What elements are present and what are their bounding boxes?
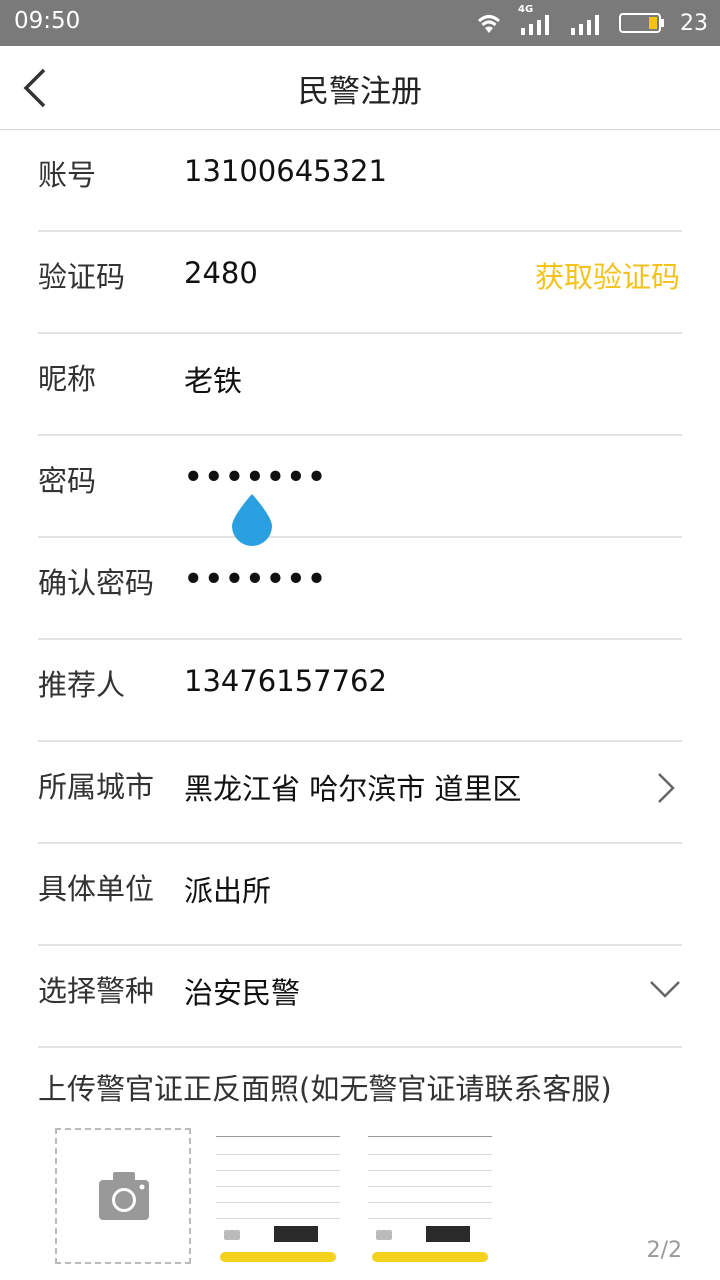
battery-icon (618, 11, 666, 35)
wifi-icon (474, 11, 504, 35)
upload-title: 上传警官证正反面照(如无警官证请联系客服) (38, 1072, 612, 1106)
city-row[interactable]: 所属城市 黑龙江省 哈尔滨市 道里区 (38, 742, 682, 844)
get-code-button[interactable]: 获取验证码 (535, 254, 680, 296)
police-type-row[interactable]: 选择警种 治安民警 (38, 946, 682, 1048)
nickname-input[interactable]: 老铁 (184, 358, 242, 400)
confirm-password-label: 确认密码 (38, 566, 155, 600)
chevron-down-icon (648, 978, 682, 1004)
confirm-password-row: 确认密码 ••••••• (38, 538, 682, 640)
police-type-value: 治安民警 (184, 976, 301, 1010)
unit-label: 具体单位 (38, 872, 155, 906)
password-input[interactable]: ••••••• (184, 460, 328, 494)
referrer-input[interactable]: 13476157762 (184, 664, 387, 698)
account-label: 账号 (38, 158, 97, 192)
city-value: 黑龙江省 哈尔滨市 道里区 (184, 772, 522, 806)
battery-level: 23 (680, 10, 708, 36)
camera-icon (99, 1172, 149, 1220)
uploaded-photo-thumbnail-2[interactable] (360, 1126, 500, 1266)
signal-4g-icon: 4G (518, 4, 554, 36)
nickname-label: 昵称 (38, 362, 97, 396)
signal-icon (568, 10, 604, 36)
chevron-right-icon (654, 770, 678, 810)
upload-photo-button[interactable] (55, 1128, 191, 1264)
network-type-label: 4G (518, 4, 534, 15)
page-title: 民警注册 (298, 74, 422, 110)
status-bar: 09:50 4G 23 (0, 0, 720, 46)
account-row: 账号 13100645321 (38, 130, 682, 232)
password-label: 密码 (38, 464, 97, 498)
password-row: 密码 ••••••• (38, 436, 682, 538)
uploaded-photo-thumbnail-1[interactable] (208, 1126, 348, 1266)
nav-bar: 民警注册 (0, 46, 720, 130)
referrer-row: 推荐人 13476157762 (38, 640, 682, 742)
unit-row: 具体单位 派出所 (38, 844, 682, 946)
police-type-label: 选择警种 (38, 974, 155, 1008)
page-indicator: 2/2 (646, 1238, 682, 1263)
city-label: 所属城市 (38, 770, 155, 804)
referrer-label: 推荐人 (38, 668, 126, 702)
code-row: 验证码 2480 获取验证码 (38, 232, 682, 334)
code-input[interactable]: 2480 (184, 256, 258, 290)
nickname-row: 昵称 老铁 (38, 334, 682, 436)
code-label: 验证码 (38, 260, 126, 294)
unit-input[interactable]: 派出所 (184, 868, 271, 910)
confirm-password-input[interactable]: ••••••• (184, 562, 328, 596)
status-time: 09:50 (14, 8, 81, 34)
account-input[interactable]: 13100645321 (184, 154, 387, 188)
